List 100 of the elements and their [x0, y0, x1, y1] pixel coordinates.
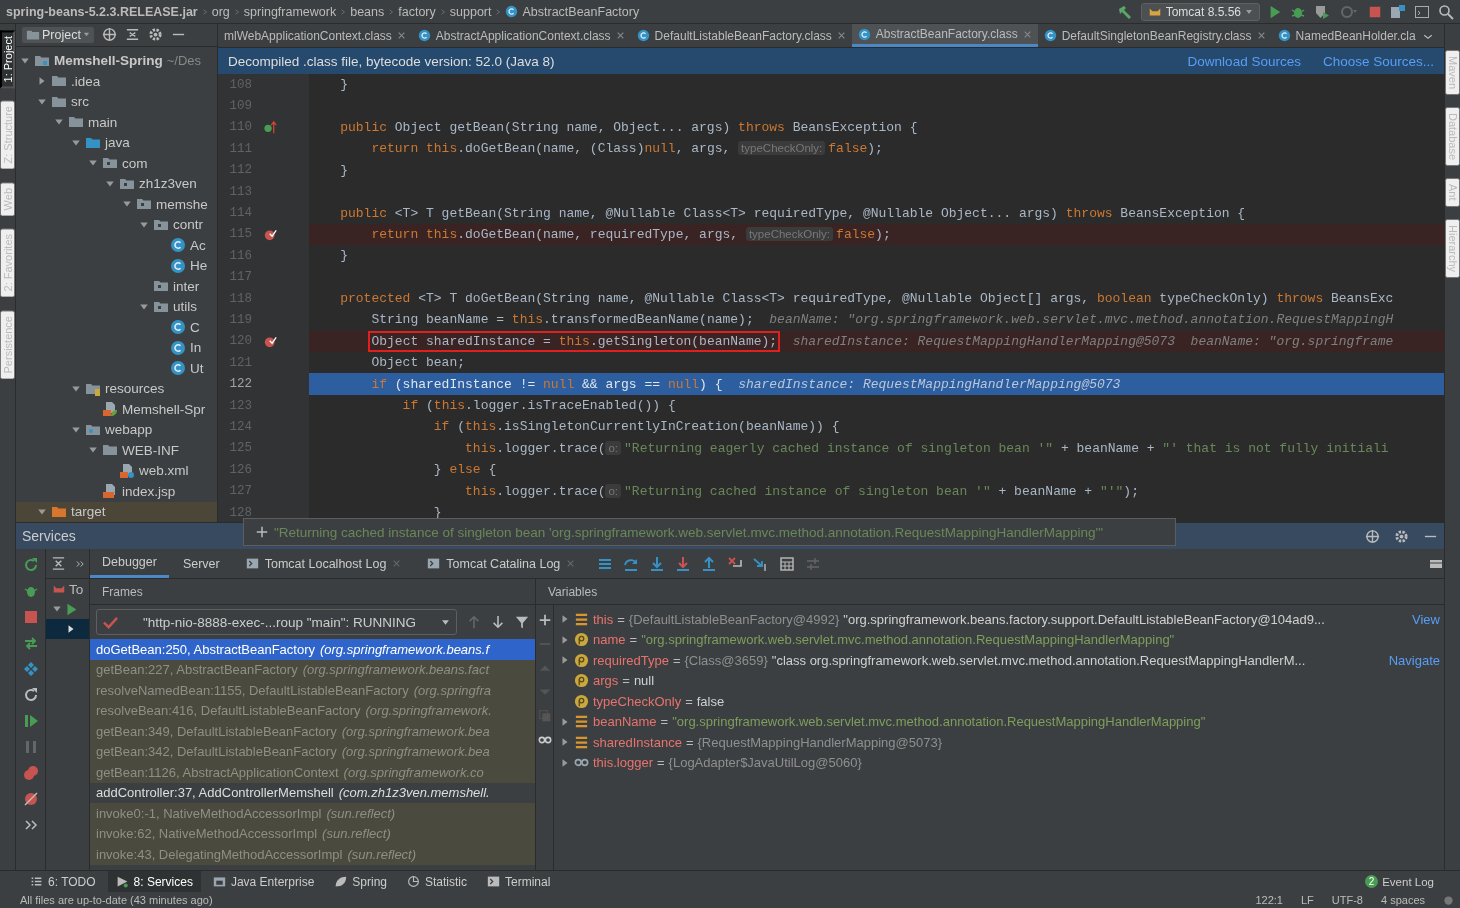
editor-tab[interactable]: DefaultListableBeanFactory.class — [630, 24, 852, 47]
close-icon[interactable] — [615, 31, 625, 40]
debugger-tab[interactable]: Debugger — [90, 549, 169, 578]
diamonds-icon[interactable] — [22, 661, 39, 677]
debugger-tab[interactable]: Tomcat Catalina Log — [415, 549, 588, 578]
expanded-arrow-icon[interactable] — [52, 604, 62, 614]
settings-icon[interactable] — [1394, 528, 1409, 544]
close-icon[interactable] — [1022, 29, 1032, 39]
variable-link[interactable]: View — [1412, 611, 1444, 627]
banner-link[interactable]: Download Sources — [1187, 53, 1301, 69]
tree-item[interactable]: In — [16, 337, 217, 358]
close-icon[interactable] — [1256, 31, 1266, 40]
tree-item[interactable]: inter — [16, 276, 217, 297]
breadcrumb-item[interactable]: factory — [398, 4, 436, 19]
editor-tab[interactable]: NamedBeanHolder.cla — [1271, 24, 1422, 47]
expand-arrow-icon[interactable] — [560, 716, 570, 727]
breakpoints-icon[interactable] — [22, 765, 39, 781]
thread-dropdown[interactable]: "http-nio-8888-exec-...roup "main": RUNNING — [96, 609, 457, 635]
event-log-button[interactable]: 2 Event Log — [1356, 871, 1460, 892]
editor-tab[interactable]: DefaultSingletonBeanRegistry.class — [1037, 24, 1272, 47]
tree-item[interactable]: contr — [16, 214, 217, 235]
variable-row[interactable]: sharedInstance = {RequestMappingHandlerMapping@5073} — [554, 732, 1444, 753]
breadcrumb-item[interactable]: org — [211, 4, 230, 19]
tree-item[interactable]: He — [16, 255, 217, 276]
tree-item[interactable]: C — [16, 317, 217, 338]
tool-window-button[interactable]: Spring — [326, 871, 395, 892]
more-icon[interactable] — [74, 558, 85, 569]
service-tree-item[interactable] — [46, 619, 89, 639]
window-icon[interactable] — [1414, 3, 1430, 20]
plus-icon[interactable] — [537, 613, 552, 627]
stack-frame[interactable]: doGetBean:250, AbstractBeanFactory (org.springframework.beans.f — [90, 639, 535, 660]
expand-arrow-icon[interactable] — [560, 614, 570, 625]
variable-row[interactable]: args = null — [554, 670, 1444, 691]
tree-item[interactable]: zh1z3ven — [16, 173, 217, 194]
tree-item[interactable]: index.jsp — [16, 481, 217, 502]
breadcrumb-item[interactable]: beans — [350, 4, 385, 19]
shield-run-icon[interactable] — [1314, 3, 1330, 20]
variable-row[interactable]: name = "org.springframework.web.servlet.mvc.method.annotation.RequestMappingHandlerMapping" — [554, 629, 1444, 650]
expand-all-icon[interactable] — [50, 556, 66, 571]
breadcrumb-item[interactable]: support — [449, 4, 492, 19]
arrow-down-icon[interactable] — [491, 615, 505, 629]
tree-item[interactable]: webapp — [16, 419, 217, 440]
mute-breakpoints-icon[interactable] — [22, 791, 39, 807]
tree-item[interactable]: WEB-INF — [16, 440, 217, 461]
hammer-icon[interactable] — [1116, 3, 1133, 20]
expand-plus-icon[interactable] — [256, 526, 268, 538]
breadcrumb-item[interactable]: spring-beans-5.2.3.RELEASE.jar — [6, 4, 198, 19]
force-step-into-icon[interactable] — [675, 555, 692, 572]
target-icon[interactable] — [1365, 528, 1380, 544]
stop-icon[interactable] — [22, 609, 39, 625]
run-configuration-dropdown[interactable]: Tomcat 8.5.56 — [1140, 2, 1260, 21]
breadcrumb-item[interactable]: AbstractBeanFactory — [522, 4, 640, 19]
tree-item[interactable]: memshe — [16, 194, 217, 215]
override-marker-icon[interactable] — [263, 120, 277, 134]
breadcrumb-item[interactable]: springframework — [243, 4, 337, 19]
tool-window-button[interactable]: Java Enterprise — [204, 871, 323, 892]
tool-window-button[interactable]: 8: Services — [107, 871, 201, 892]
editor-tab[interactable]: AbstractBeanFactory.class — [851, 24, 1038, 47]
step-into-icon[interactable] — [649, 555, 666, 572]
search-icon[interactable] — [1438, 3, 1454, 20]
close-icon[interactable] — [396, 31, 406, 40]
collapse-icon[interactable] — [124, 27, 140, 43]
tree-item[interactable]: com — [16, 153, 217, 174]
expand-arrow-icon[interactable] — [560, 655, 570, 666]
step-out-icon[interactable] — [701, 555, 718, 572]
project-view-dropdown[interactable]: Project — [22, 26, 94, 43]
editor-tab[interactable]: AbstractApplicationContext.class — [411, 24, 631, 47]
breakpoint-icon[interactable] — [263, 227, 277, 241]
close-icon[interactable] — [836, 31, 846, 40]
tool-window-button[interactable]: Terminal — [479, 871, 559, 892]
status-item[interactable]: UTF-8 — [1331, 894, 1363, 906]
tree-item[interactable]: Memshell-Spr — [16, 399, 217, 420]
stop-icon[interactable] — [1368, 4, 1382, 19]
run-icon[interactable] — [1268, 4, 1282, 19]
tree-item[interactable]: main — [16, 112, 217, 133]
tree-item[interactable]: resources — [16, 378, 217, 399]
variable-row[interactable]: beanName = "org.springframework.web.servlet.mvc.method.annotation.RequestMappingHandlerMapping" — [554, 711, 1444, 732]
step-arrows-icon[interactable] — [22, 635, 39, 651]
expand-arrow-icon[interactable] — [560, 737, 570, 748]
tree-item[interactable]: Ut — [16, 358, 217, 379]
breakpoint-icon[interactable] — [263, 334, 277, 348]
banner-link[interactable]: Choose Sources... — [1322, 53, 1434, 69]
tree-item[interactable]: Ac — [16, 235, 217, 256]
calculator-icon[interactable] — [779, 555, 796, 572]
target-icon[interactable] — [101, 27, 117, 43]
variable-row[interactable]: this.logger = {LogAdapter$JavaUtilLog@5060} — [554, 752, 1444, 773]
filter-icon[interactable] — [515, 615, 529, 629]
refresh-icon[interactable] — [22, 687, 39, 703]
rerun-icon[interactable] — [22, 557, 39, 573]
tree-item[interactable]: utils — [16, 296, 217, 317]
status-item[interactable]: 4 spaces — [1380, 894, 1425, 906]
collapsed-arrow-icon[interactable] — [66, 624, 76, 634]
tree-item[interactable]: Memshell-Spring ~/Des — [16, 50, 217, 71]
service-tree-item[interactable]: To — [46, 579, 89, 599]
tree-item[interactable]: java — [16, 132, 217, 153]
project-structure-icon[interactable] — [1390, 3, 1406, 20]
expand-arrow-icon[interactable] — [560, 757, 570, 768]
tool-window-button[interactable]: 6: TODO — [22, 871, 104, 892]
tool-window-button[interactable]: Statistic — [399, 871, 475, 892]
status-item[interactable]: 122:1 — [1255, 894, 1283, 906]
